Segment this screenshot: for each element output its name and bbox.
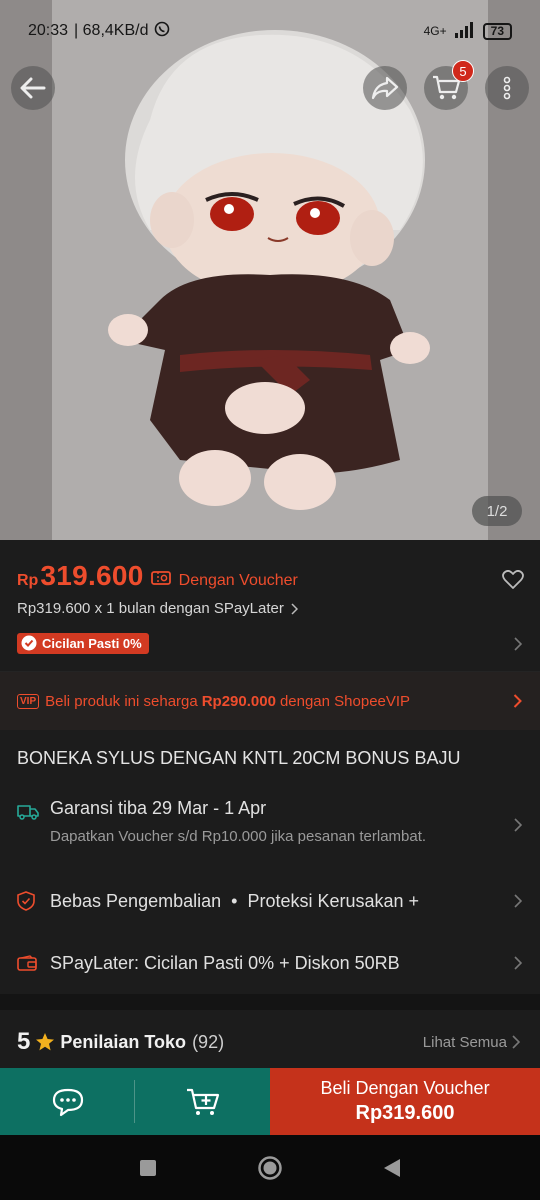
status-bar: 20:33 | 68,4KB/d 4G+ 73 — [0, 0, 540, 62]
check-badge-icon — [21, 635, 37, 651]
spaylater-installment-link[interactable]: Rp319.600 x 1 bulan dengan SPayLater — [17, 600, 523, 617]
status-time: 20:33 — [28, 22, 69, 39]
buy-label: Beli Dengan Voucher — [320, 1078, 490, 1098]
chat-button[interactable] — [0, 1068, 135, 1135]
return-label: Bebas Pengembalian — [50, 890, 222, 911]
more-vertical-icon — [503, 76, 511, 100]
price-section: Rp 319.600 Dengan Voucher Rp319.600 x 1 … — [0, 540, 540, 672]
buy-price: Rp319.600 — [355, 1102, 455, 1124]
signal-icon — [454, 21, 475, 41]
spaylater-promo-row[interactable]: SPayLater: Cicilan Pasti 0% + Diskon 50R… — [0, 932, 540, 994]
shipping-guarantee-row[interactable]: Garansi tiba 29 Mar - 1 Apr Dapatkan Vou… — [0, 784, 540, 862]
back-triangle-icon[interactable] — [383, 1158, 401, 1178]
see-all-ratings-link[interactable]: Lihat Semua — [423, 1034, 520, 1051]
chevron-right-icon — [514, 956, 522, 970]
arrow-left-icon — [20, 77, 46, 99]
bullet-separator: • — [231, 890, 238, 911]
spaylater-text: Rp319.600 x 1 bulan dengan SPayLater — [17, 600, 284, 617]
chevron-right-icon — [513, 694, 522, 708]
system-navigation-bar — [0, 1135, 540, 1200]
favorite-button[interactable] — [502, 569, 524, 595]
product-details: Rp 319.600 Dengan Voucher Rp319.600 x 1 … — [0, 540, 540, 1074]
recent-apps-icon[interactable] — [139, 1159, 157, 1177]
chevron-right-icon — [514, 818, 522, 832]
section-divider — [0, 994, 540, 1010]
chevron-right-icon — [512, 1035, 520, 1049]
shipping-title: Garansi tiba 29 Mar - 1 Apr — [50, 798, 267, 818]
status-speed: | 68,4KB/d — [74, 22, 149, 39]
vip-price: Rp290.000 — [201, 692, 276, 710]
share-button[interactable] — [363, 66, 407, 110]
rating-count: (92) — [192, 1031, 225, 1052]
price-currency: Rp — [17, 572, 39, 589]
cicilan-label: Cicilan Pasti 0% — [42, 635, 142, 651]
rating-score: 5 — [17, 1028, 31, 1055]
network-type: 4G+ — [423, 24, 447, 38]
chevron-right-icon[interactable] — [514, 637, 522, 651]
chevron-right-icon — [291, 602, 298, 615]
see-all-label: Lihat Semua — [422, 1033, 507, 1051]
vip-text-after: dengan ShopeeVIP — [279, 692, 411, 710]
cart-count-badge: 5 — [452, 60, 474, 82]
shopee-vip-banner[interactable]: VIP Beli produk ini seharga Rp290.000 de… — [0, 672, 540, 730]
return-protection-row[interactable]: Bebas Pengembalian • Proteksi Kerusakan … — [0, 870, 540, 932]
back-button[interactable] — [11, 66, 55, 110]
vip-text-before: Beli produk ini seharga — [45, 692, 198, 710]
shop-rating-section: 5 Penilaian Toko (92) Lihat Semua — [0, 1010, 540, 1074]
shipping-subtitle: Dapatkan Voucher s/d Rp10.000 jika pesan… — [50, 828, 427, 845]
heart-icon — [502, 569, 524, 589]
shield-check-icon — [17, 891, 35, 911]
buy-with-voucher-button[interactable]: Beli Dengan Voucher Rp319.600 — [270, 1068, 540, 1135]
vip-icon: VIP — [17, 693, 40, 709]
star-icon — [36, 1033, 55, 1051]
price-value: 319.600 — [40, 560, 144, 591]
bottom-action-bar: Beli Dengan Voucher Rp319.600 — [0, 1068, 540, 1135]
spaylater-promo-label: SPayLater: Cicilan Pasti 0% + Diskon 50R… — [50, 952, 400, 973]
cicilan-badge[interactable]: Cicilan Pasti 0% — [17, 633, 149, 654]
more-options-button[interactable] — [485, 66, 529, 110]
delivery-truck-icon — [17, 805, 39, 820]
whatsapp-icon — [154, 21, 170, 42]
image-counter: 1/2 — [472, 496, 522, 526]
add-to-cart-button[interactable] — [135, 1068, 270, 1135]
voucher-icon — [150, 571, 171, 590]
voucher-label: Dengan Voucher — [178, 572, 298, 589]
rating-label: Penilaian Toko — [60, 1031, 187, 1052]
home-icon[interactable] — [257, 1155, 283, 1181]
chevron-right-icon — [514, 894, 522, 908]
battery-indicator: 73 — [482, 22, 512, 40]
chat-icon — [52, 1088, 83, 1116]
protection-label: Proteksi Kerusakan + — [247, 890, 420, 911]
add-to-cart-icon — [186, 1088, 219, 1115]
cart-button[interactable]: 5 — [424, 60, 474, 110]
product-title: BONEKA SYLUS DENGAN KNTL 20CM BONUS BAJU — [17, 748, 461, 768]
share-icon — [371, 76, 399, 100]
spaylater-wallet-icon — [17, 955, 37, 971]
